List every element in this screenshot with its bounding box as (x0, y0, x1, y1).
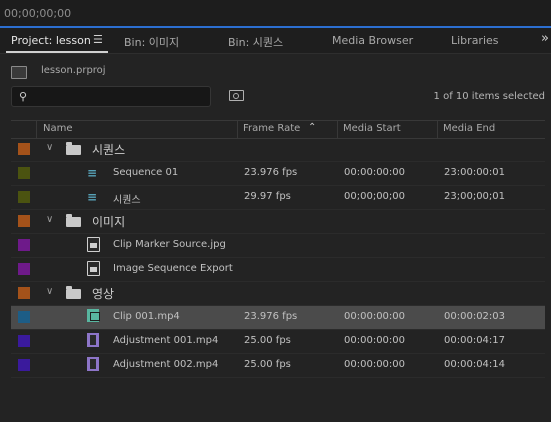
label-color-swatch[interactable] (18, 359, 30, 371)
label-color-swatch[interactable] (18, 311, 30, 323)
tab-libraries[interactable]: Libraries (451, 34, 499, 47)
column-divider[interactable] (337, 121, 338, 138)
header-name[interactable]: Name (43, 123, 73, 134)
project-file-icon (11, 66, 27, 79)
media-end-value: 23;00;00;01 (444, 191, 506, 202)
frame-rate-value: 25.00 fps (244, 359, 291, 370)
folder-icon (66, 142, 81, 155)
label-color-swatch[interactable] (18, 287, 30, 299)
media-end-value: 00:00:02:03 (444, 311, 506, 322)
list-item[interactable]: Adjustment 002.mp4 25.00 fps 00:00:00:00 00… (11, 354, 545, 377)
column-headers: Name Frame Rate ⌃ Media Start Media End (11, 120, 545, 139)
label-color-swatch[interactable] (18, 215, 30, 227)
item-name[interactable]: Sequence 01 (113, 167, 178, 178)
media-end-value: 00:00:04:17 (444, 335, 506, 346)
column-divider[interactable] (437, 121, 438, 138)
item-name[interactable]: Clip Marker Source.jpg (113, 239, 226, 250)
tab-project-lesson[interactable]: Project: lesson (11, 34, 91, 47)
frame-rate-value: 23.976 fps (244, 167, 298, 178)
item-name[interactable]: Adjustment 001.mp4 (113, 335, 218, 346)
frame-rate-value: 29.97 fps (244, 191, 291, 202)
item-name[interactable]: 영상 (92, 285, 114, 302)
film-clip-icon (87, 333, 99, 347)
frame-rate-value: 23.976 fps (244, 311, 298, 322)
media-end-value: 00:00:04:14 (444, 359, 506, 370)
disclosure-chevron-icon[interactable]: ∨ (46, 214, 53, 225)
column-divider[interactable] (237, 121, 238, 138)
video-clip-icon (87, 309, 100, 322)
column-divider[interactable] (36, 121, 37, 138)
list-item[interactable]: Image Sequence Export (11, 258, 545, 281)
item-name[interactable]: 이미지 (92, 213, 125, 230)
search-input[interactable]: ⚲ (11, 86, 211, 107)
header-frame-rate[interactable]: Frame Rate (243, 123, 300, 134)
chevron-double-right-icon[interactable]: » (541, 31, 549, 46)
list-item[interactable]: Clip Marker Source.jpg (11, 234, 545, 257)
media-start-value: 00:00:00:00 (344, 359, 406, 370)
list-item[interactable]: Adjustment 001.mp4 25.00 fps 00:00:00:00 00… (11, 330, 545, 353)
film-clip-icon (87, 357, 99, 371)
header-media-end[interactable]: Media End (443, 123, 495, 134)
media-start-value: 00:00:00:00 (344, 167, 406, 178)
sequence-icon: ≡ (87, 166, 98, 180)
tab-media-browser[interactable]: Media Browser (332, 34, 413, 47)
hamburger-icon[interactable]: ☰ (93, 33, 103, 46)
tab-bin-images[interactable]: Bin: 이미지 (124, 34, 179, 50)
tab-bin-sequences[interactable]: Bin: 시퀀스 (228, 34, 283, 50)
media-start-value: 00:00:00:00 (344, 335, 406, 346)
bin-row[interactable]: ∨ 시퀀스 (11, 138, 545, 161)
list-item[interactable]: ≡ 시퀀스 29.97 fps 00;00;00;00 23;00;00;01 (11, 186, 545, 209)
disclosure-chevron-icon[interactable]: ∨ (46, 142, 53, 153)
item-name[interactable]: Clip 001.mp4 (113, 311, 180, 322)
bin-row[interactable]: ∨ 영상 (11, 282, 545, 305)
bin-row[interactable]: ∨ 이미지 (11, 210, 545, 233)
active-tab-underline (6, 51, 108, 53)
project-panel: Project: lesson ☰ Bin: 이미지 Bin: 시퀀스 Medi… (0, 28, 551, 422)
folder-icon (66, 286, 81, 299)
item-name[interactable]: Adjustment 002.mp4 (113, 359, 218, 370)
item-name[interactable]: 시퀀스 (113, 191, 141, 206)
item-name[interactable]: Image Sequence Export (113, 263, 233, 274)
media-start-value: 00:00:00:00 (344, 311, 406, 322)
label-color-swatch[interactable] (18, 143, 30, 155)
selection-status: 1 of 10 items selected (433, 91, 545, 102)
project-file-name: lesson.prproj (41, 65, 106, 76)
sequence-icon: ≡ (87, 190, 98, 204)
row-divider (11, 377, 545, 378)
frame-rate-value: 25.00 fps (244, 335, 291, 346)
create-bin-from-search-icon[interactable] (229, 90, 244, 101)
media-start-value: 00;00;00;00 (344, 191, 406, 202)
label-color-swatch[interactable] (18, 239, 30, 251)
media-end-value: 23:00:00:01 (444, 167, 506, 178)
header-media-start[interactable]: Media Start (343, 123, 401, 134)
label-color-swatch[interactable] (18, 335, 30, 347)
disclosure-chevron-icon[interactable]: ∨ (46, 286, 53, 297)
item-name[interactable]: 시퀀스 (92, 141, 125, 158)
still-image-icon (87, 261, 100, 276)
list-item[interactable]: Clip 001.mp4 23.976 fps 00:00:00:00 00:00:0… (11, 306, 545, 329)
panel-tab-bar: Project: lesson ☰ Bin: 이미지 Bin: 시퀀스 Medi… (0, 28, 551, 54)
still-image-icon (87, 237, 100, 252)
timecode-display[interactable]: 00;00;00;00 (4, 7, 71, 20)
search-icon: ⚲ (19, 90, 28, 103)
list-item[interactable]: ≡ Sequence 01 23.976 fps 00:00:00:00 23:00:0… (11, 162, 545, 185)
folder-icon (66, 214, 81, 227)
label-color-swatch[interactable] (18, 263, 30, 275)
timecode-bar: 00;00;00;00 (0, 0, 551, 26)
label-color-swatch[interactable] (18, 167, 30, 179)
label-color-swatch[interactable] (18, 191, 30, 203)
sort-ascending-icon[interactable]: ⌃ (308, 122, 316, 133)
